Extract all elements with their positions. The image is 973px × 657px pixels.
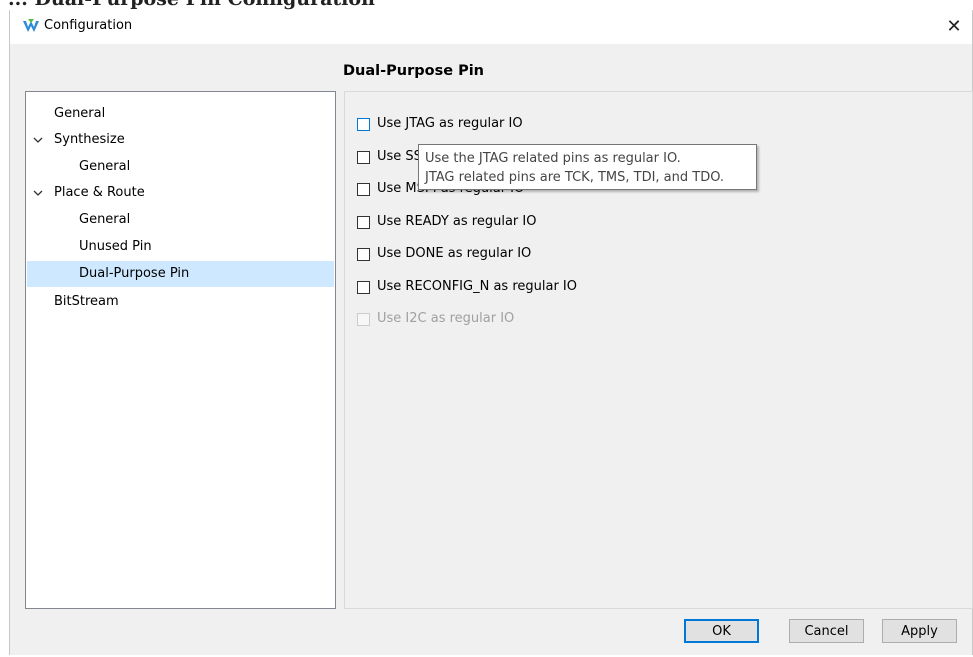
tree-item-label: Unused Pin (79, 239, 152, 254)
tree-item-label: BitStream (54, 294, 119, 309)
category-tree[interactable]: General Synthesize General Place & Route… (25, 91, 336, 609)
tooltip-line-2: JTAG related pins are TCK, TMS, TDI, and… (425, 170, 725, 185)
use-i2c-checkbox (357, 313, 370, 326)
tree-item-label: Synthesize (54, 132, 125, 147)
tree-item-dual-purpose-pin[interactable]: Dual-Purpose Pin (27, 261, 334, 287)
close-icon: ✕ (946, 16, 962, 37)
use-done-checkbox[interactable] (357, 248, 370, 261)
tree-item-place-route[interactable]: Place & Route (27, 180, 334, 206)
window-title: Configuration (44, 18, 133, 33)
tooltip-line-1: Use the JTAG related pins as regular IO. (425, 151, 681, 166)
use-reconfig-n-checkbox[interactable] (357, 281, 370, 294)
tree-item-bitstream[interactable]: BitStream (27, 289, 334, 315)
section-heading: Dual-Purpose Pin (343, 63, 485, 79)
option-label: Use JTAG as regular IO (377, 116, 523, 131)
use-jtag-checkbox[interactable] (357, 118, 370, 131)
tree-item-label: General (54, 106, 106, 121)
title-bar[interactable]: Configuration ✕ (10, 10, 972, 44)
tree-item-label: General (79, 159, 131, 174)
app-logo-icon (22, 18, 40, 34)
use-sspi-checkbox[interactable] (357, 151, 370, 164)
option-label: Use READY as regular IO (377, 214, 537, 229)
background-heading: ... Dual-Purpose Pin Configuration (8, 0, 375, 10)
tree-item-synthesize-general[interactable]: General (27, 154, 334, 180)
tree-item-unused-pin[interactable]: Unused Pin (27, 234, 334, 260)
tree-item-label: Dual-Purpose Pin (79, 266, 190, 281)
use-ready-checkbox[interactable] (357, 216, 370, 229)
tree-item-synthesize[interactable]: Synthesize (27, 127, 334, 153)
tree-item-label: Place & Route (54, 185, 145, 200)
configuration-dialog: Configuration ✕ Dual-Purpose Pin General… (9, 10, 973, 655)
ok-button[interactable]: OK (684, 619, 759, 643)
use-mspi-checkbox[interactable] (357, 183, 370, 196)
tree-item-label: General (79, 212, 131, 227)
cancel-button[interactable]: Cancel (789, 619, 864, 643)
background-document-strip: ... Dual-Purpose Pin Configuration (0, 0, 973, 10)
option-label: Use DONE as regular IO (377, 246, 532, 261)
option-label: Use I2C as regular IO (377, 311, 515, 326)
tree-item-place-route-general[interactable]: General (27, 207, 334, 233)
apply-button[interactable]: Apply (882, 619, 957, 643)
tooltip: Use the JTAG related pins as regular IO.… (418, 144, 757, 190)
option-label: Use RECONFIG_N as regular IO (377, 279, 577, 294)
close-button[interactable]: ✕ (936, 10, 972, 44)
tree-item-general[interactable]: General (27, 101, 334, 127)
